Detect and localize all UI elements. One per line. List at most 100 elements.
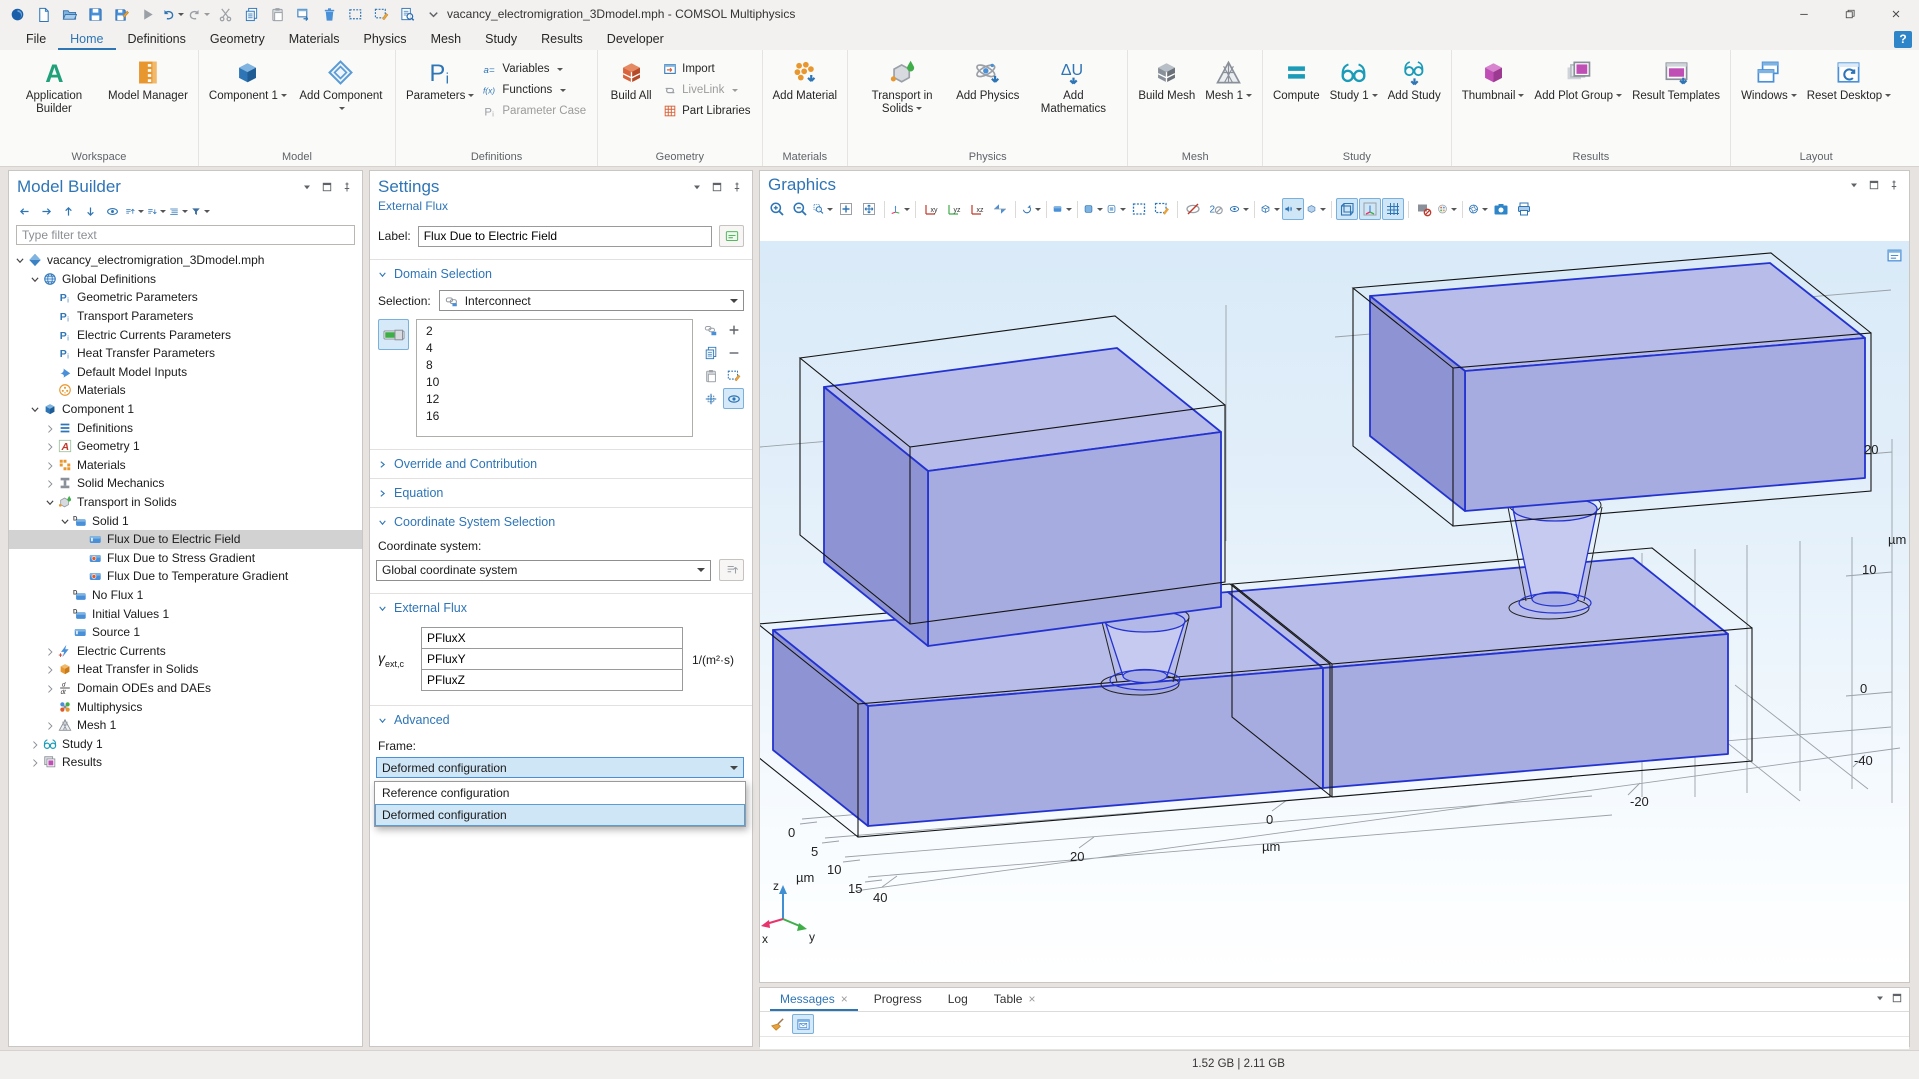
panel-float-button[interactable] (1866, 178, 1881, 193)
add-plot-group-button[interactable]: Add Plot Group (1529, 53, 1627, 105)
tab-messages[interactable]: Messages× (770, 988, 858, 1011)
gt-selmode-button[interactable] (1051, 198, 1073, 220)
mesh-1-button[interactable]: Mesh 1 (1200, 53, 1257, 105)
frame-option-deformed[interactable]: Deformed configuration (375, 804, 745, 826)
canvas-note-icon[interactable] (1886, 247, 1903, 263)
panel-menu-button[interactable] (1846, 178, 1861, 193)
expander-closed-icon[interactable] (45, 663, 57, 675)
gt-sel-boundaries-button[interactable] (1105, 198, 1127, 220)
clear-selection-button[interactable] (370, 3, 392, 25)
find-button[interactable] (396, 3, 418, 25)
gt-wirecube-button[interactable] (1259, 198, 1281, 220)
expander-open-icon[interactable] (15, 254, 27, 266)
panel-pin-button[interactable] (1886, 178, 1901, 193)
add-component-button[interactable]: Add Component (292, 53, 390, 118)
gt-sel-domains-button[interactable] (1082, 198, 1104, 220)
model-manager-button[interactable]: Model Manager (103, 53, 193, 105)
move-down-list-button[interactable] (147, 202, 166, 220)
gt-rotate-button[interactable] (1020, 198, 1042, 220)
section-header-external-flux[interactable]: External Flux (370, 594, 752, 622)
tree-item-definitions[interactable]: Definitions (9, 418, 362, 437)
expander-closed-icon[interactable] (45, 440, 57, 452)
interconnect-box-upper-right[interactable] (1370, 263, 1865, 511)
tree-item-solid-mechanics[interactable]: Solid Mechanics (9, 474, 362, 493)
part-libraries-button[interactable]: Part Libraries (663, 103, 750, 119)
menu-definitions[interactable]: Definitions (116, 28, 198, 50)
tree-item-heat-transfer-in-solids[interactable]: Heat Transfer in Solids (9, 660, 362, 679)
expander-closed-icon[interactable] (45, 645, 57, 657)
gt-transp-button[interactable] (1305, 198, 1327, 220)
menu-home[interactable]: Home (58, 28, 115, 50)
open-folder-button[interactable] (58, 3, 80, 25)
rename-button[interactable] (719, 225, 744, 247)
domain-list-item[interactable]: 8 (417, 357, 692, 374)
label-input[interactable] (418, 226, 712, 247)
gt-brush-button[interactable] (1151, 198, 1173, 220)
tree-item-solid-1[interactable]: DSolid 1 (9, 511, 362, 530)
selection-combo[interactable]: Interconnect (439, 290, 744, 311)
build-mesh-button[interactable]: Build Mesh (1133, 53, 1200, 105)
undo-button[interactable] (162, 3, 184, 25)
import-button[interactable]: Import (663, 61, 750, 77)
gt-bbox-button[interactable] (1336, 198, 1358, 220)
nav-right-button[interactable] (37, 202, 56, 220)
delete-button[interactable] (318, 3, 340, 25)
frame-combo[interactable]: Deformed configuration (376, 757, 744, 778)
tree-item-multiphysics[interactable]: Multiphysics (9, 697, 362, 716)
menu-results[interactable]: Results (529, 28, 595, 50)
gt-zoom-in-button[interactable] (766, 198, 788, 220)
clear-messages-button[interactable] (766, 1014, 788, 1034)
add-mathematics-button[interactable]: ΔUAdd Mathematics (1024, 53, 1122, 118)
study-1-button[interactable]: Study 1 (1325, 53, 1383, 105)
nav-left-button[interactable] (15, 202, 34, 220)
tree-item-transport-parameters[interactable]: PiTransport Parameters (9, 307, 362, 326)
nav-up-button[interactable] (59, 202, 78, 220)
restore-button[interactable] (1827, 0, 1873, 28)
domain-selection-list[interactable]: 248101216 (416, 319, 693, 437)
sel-link-button[interactable] (700, 319, 721, 340)
result-templates-button[interactable]: Result Templates (1627, 53, 1725, 105)
menu-file[interactable]: File (14, 28, 58, 50)
panel-float-icon[interactable] (1891, 992, 1903, 1004)
gt-axes-button[interactable] (1359, 198, 1381, 220)
flux-z-input[interactable] (421, 669, 683, 691)
tree-item-domain-odes-and-daes[interactable]: ddtDomain ODEs and DAEs (9, 679, 362, 698)
coordinate-system-combo[interactable]: Global coordinate system (376, 560, 711, 581)
copy-button[interactable] (700, 342, 721, 363)
domain-list-item[interactable]: 2 (417, 323, 692, 340)
gt-eye-button[interactable] (1228, 198, 1250, 220)
tree-item-mesh-1[interactable]: Mesh 1 (9, 716, 362, 735)
variables-button[interactable]: a=Variables (483, 61, 586, 77)
go-to-source-button[interactable] (719, 559, 744, 581)
reset-desktop-button[interactable]: Reset Desktop (1802, 53, 1896, 105)
menu-developer[interactable]: Developer (595, 28, 676, 50)
tree-item-no-flux-1[interactable]: DNo Flux 1 (9, 586, 362, 605)
domain-list-item[interactable]: 4 (417, 340, 692, 357)
tree-item-flux-due-to-electric-field[interactable]: Flux Due to Electric Field (9, 530, 362, 549)
tree-item-materials[interactable]: Materials (9, 381, 362, 400)
graphics-canvas[interactable]: 20 µm 10 0 -40 -20 0 µm 20 40 0 5 10 15 … (760, 241, 1909, 982)
tab-progress[interactable]: Progress (864, 988, 932, 1011)
tree-item-study-1[interactable]: Study 1 (9, 734, 362, 753)
expander-open-icon[interactable] (30, 273, 42, 285)
tab-log[interactable]: Log (938, 988, 978, 1011)
menu-physics[interactable]: Physics (351, 28, 418, 50)
tree-item-global-definitions[interactable]: Global Definitions (9, 270, 362, 289)
tab-close-icon[interactable]: × (1028, 992, 1035, 1006)
tree-item-materials[interactable]: Materials (9, 456, 362, 475)
menu-geometry[interactable]: Geometry (198, 28, 277, 50)
interconnect-box-upper-left[interactable] (824, 348, 1221, 646)
frame-option-reference[interactable]: Reference configuration (375, 782, 745, 804)
gt-hide-red-button[interactable] (1413, 198, 1435, 220)
gt-zoom-out-button[interactable] (789, 198, 811, 220)
gt-palette-button[interactable] (1436, 198, 1458, 220)
expander-open-icon[interactable] (30, 403, 42, 415)
tree-item-component-1[interactable]: Component 1 (9, 400, 362, 419)
component-1-button[interactable]: Component 1 (204, 53, 292, 105)
tree-item-source-1[interactable]: Source 1 (9, 623, 362, 642)
menu-mesh[interactable]: Mesh (419, 28, 474, 50)
expander-closed-icon[interactable] (30, 756, 42, 768)
gt-yz-button[interactable]: yz (943, 198, 965, 220)
tree-item-results[interactable]: Results (9, 753, 362, 772)
expander-open-icon[interactable] (60, 515, 72, 527)
